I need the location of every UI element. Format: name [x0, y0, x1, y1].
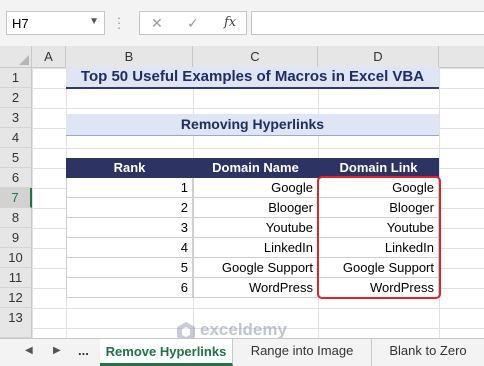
drag-handle-icon[interactable]: · · · — [116, 11, 122, 34]
name-box-value: H7 — [12, 16, 29, 31]
cell-domain-name[interactable]: Youtube — [193, 218, 318, 238]
row-header-3[interactable]: 3 — [0, 108, 32, 128]
sheet-tab-bar: ◀ ▶ ... Remove Hyperlinks Range into Ima… — [0, 338, 484, 366]
formula-bar: H7 ▼ · · · ✕ ✓ fx — [0, 0, 484, 46]
row-header-4[interactable]: 4 — [0, 128, 32, 148]
row-header-11[interactable]: 11 — [0, 268, 32, 288]
row-header-5[interactable]: 5 — [0, 148, 32, 168]
cell-domain-name[interactable]: Google — [193, 178, 318, 198]
header-domain-link[interactable]: Domain Link — [318, 158, 439, 178]
scroll-right-icon[interactable]: ▶ — [53, 345, 61, 356]
more-sheets-button[interactable]: ... — [78, 343, 89, 358]
cell-rank[interactable]: 6 — [66, 278, 193, 298]
cell-domain-name[interactable]: Google Support — [193, 258, 318, 278]
row-header-9[interactable]: 9 — [0, 228, 32, 248]
row-header-2[interactable]: 2 — [0, 88, 32, 108]
formula-buttons: ✕ ✓ fx — [139, 11, 247, 35]
formula-input[interactable] — [251, 11, 484, 35]
cell-domain-name[interactable]: Blooger — [193, 198, 318, 218]
column-header-e[interactable] — [439, 46, 484, 68]
row-header-1[interactable]: 1 — [0, 68, 32, 88]
sheet-subtitle[interactable]: Removing Hyperlinks — [66, 114, 439, 136]
column-header-d[interactable]: D — [318, 46, 439, 68]
scroll-left-icon[interactable]: ◀ — [25, 345, 33, 356]
row-header-10[interactable]: 10 — [0, 248, 32, 268]
enter-icon[interactable]: ✓ — [187, 15, 199, 32]
tab-range-into-image[interactable]: Range into Image — [233, 339, 372, 366]
cell-rank[interactable]: 2 — [66, 198, 193, 218]
cancel-icon[interactable]: ✕ — [151, 15, 163, 32]
header-rank[interactable]: Rank — [66, 158, 193, 178]
highlight-box — [317, 176, 441, 299]
cell-rank[interactable]: 4 — [66, 238, 193, 258]
chevron-down-icon[interactable]: ▼ — [89, 16, 99, 27]
column-header-b[interactable]: B — [66, 46, 193, 68]
cell-rank[interactable]: 3 — [66, 218, 193, 238]
cell-rank[interactable]: 5 — [66, 258, 193, 278]
cell-domain-name[interactable]: LinkedIn — [193, 238, 318, 258]
cell-rank[interactable]: 1 — [66, 178, 193, 198]
row-header-7[interactable]: 7 — [0, 188, 32, 208]
row-header-13[interactable]: 13 — [0, 308, 32, 338]
tab-remove-hyperlinks[interactable]: Remove Hyperlinks — [100, 339, 233, 366]
row-header-8[interactable]: 8 — [0, 208, 32, 228]
select-all-button[interactable] — [0, 46, 32, 68]
row-header-6[interactable]: 6 — [0, 168, 32, 188]
tab-blank-to-zero[interactable]: Blank to Zero — [372, 339, 484, 366]
name-box[interactable]: H7 ▼ — [6, 11, 105, 35]
cell-domain-name[interactable]: WordPress — [193, 278, 318, 298]
column-header-c[interactable]: C — [193, 46, 318, 68]
header-domain-name[interactable]: Domain Name — [193, 158, 318, 178]
row-header-12[interactable]: 12 — [0, 288, 32, 308]
insert-function-icon[interactable]: fx — [224, 15, 236, 30]
sheet-title[interactable]: Top 50 Useful Examples of Macros in Exce… — [66, 67, 439, 89]
column-header-a[interactable]: A — [32, 46, 66, 68]
